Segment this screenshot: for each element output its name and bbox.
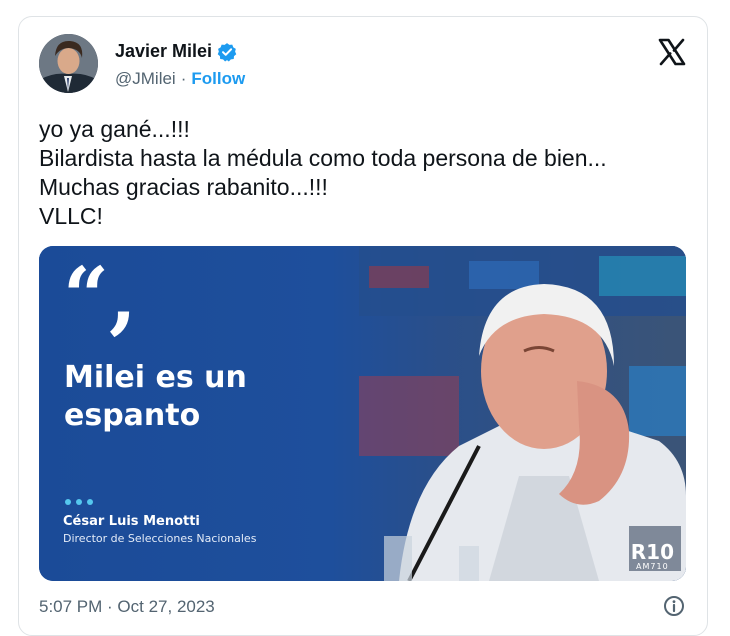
quote-icon: “, (63, 249, 137, 343)
media-headline-line: espanto (64, 398, 201, 433)
separator-dot: · (180, 69, 187, 88)
media-headline-line: Milei es un (64, 360, 247, 395)
avatar[interactable] (39, 34, 98, 93)
tweet-media-image[interactable]: “, Milei es un espanto César Luis Menott… (39, 246, 686, 581)
author-handle-row: @JMilei · Follow (115, 69, 245, 89)
r10-logo: R10 AM710 (631, 542, 674, 571)
tweet-card: Javier Milei @JMilei · Follow yo ya gané… (18, 16, 708, 636)
quoted-person-role: Director de Selecciones Nacionales (63, 532, 257, 545)
r10-logo-text: R10 (630, 540, 674, 564)
quoted-person-name: César Luis Menotti (63, 514, 200, 529)
tweet-line: Bilardista hasta la médula como toda per… (39, 145, 607, 171)
tweet-timestamp[interactable]: 5:07 PM · Oct 27, 2023 (39, 597, 215, 617)
media-headline: Milei es un espanto (64, 359, 334, 435)
tweet-line: Muchas gracias rabanito...!!! (39, 174, 328, 200)
info-icon[interactable] (663, 595, 685, 617)
author-name[interactable]: Javier Milei (115, 41, 212, 62)
author-name-row: Javier Milei (115, 41, 237, 62)
x-logo-icon[interactable] (657, 37, 687, 67)
tweet-line: yo ya gané...!!! (39, 116, 190, 142)
verified-badge-icon[interactable] (217, 42, 237, 62)
r10-logo-subtext: AM710 (636, 562, 669, 571)
tweet-line: VLLC! (39, 203, 103, 229)
tweet-text: yo ya gané...!!! Bilardista hasta la méd… (39, 115, 689, 231)
author-handle[interactable]: @JMilei (115, 69, 176, 89)
follow-button[interactable]: Follow (191, 69, 245, 89)
decorative-dots (65, 499, 93, 505)
